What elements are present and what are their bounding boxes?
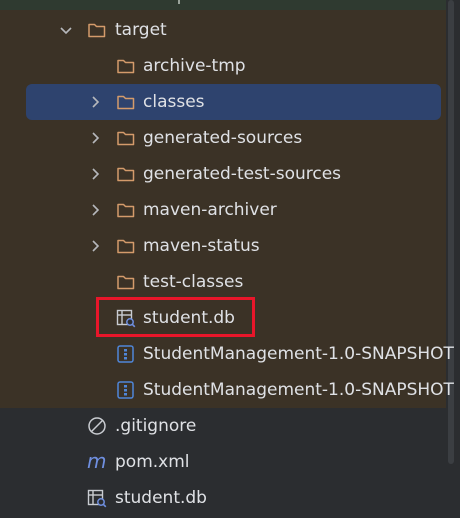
maven-pom-icon: m — [87, 452, 107, 472]
ignore-file-icon — [87, 416, 107, 436]
tree-item-label: maven-status — [143, 236, 260, 256]
folder-icon — [116, 92, 136, 112]
chevron-right-icon[interactable] — [88, 167, 102, 181]
svg-text:m: m — [87, 452, 106, 472]
tree-item-target[interactable]: target — [0, 12, 446, 48]
tree-item-pom-xml[interactable]: m pom.xml — [0, 444, 446, 480]
top-strip — [0, 0, 460, 10]
tree-item-test-classes[interactable]: test-classes — [0, 264, 446, 300]
chevron-right-icon[interactable] — [88, 95, 102, 109]
tree-item-label: StudentManagement-1.0-SNAPSHOT — [143, 344, 454, 364]
tree-item-label: test-classes — [143, 272, 244, 292]
tree-item-maven-status[interactable]: maven-status — [0, 228, 446, 264]
tree-item-label: maven-archiver — [143, 200, 277, 220]
tree-item-label: StudentManagement-1.0-SNAPSHOT — [143, 380, 454, 400]
folder-icon — [116, 164, 136, 184]
folder-icon — [116, 272, 136, 292]
tree-guide-line — [178, 0, 190, 4]
tree-item-label: archive-tmp — [143, 56, 246, 76]
tree-item-snapshot-jar[interactable]: StudentManagement-1.0-SNAPSHOT — [0, 336, 454, 372]
folder-icon — [116, 236, 136, 256]
tree-item-label: target — [115, 20, 167, 40]
tree-item-label: generated-test-sources — [143, 164, 342, 184]
folder-icon — [116, 56, 136, 76]
tree-item-label: .gitignore — [115, 416, 197, 436]
annotation-highlight-box — [96, 297, 255, 337]
jar-archive-icon — [116, 344, 136, 364]
folder-icon — [87, 20, 107, 40]
chevron-right-icon[interactable] — [88, 131, 102, 145]
tree-item-generated-sources[interactable]: generated-sources — [0, 120, 446, 156]
tree-item-gitignore[interactable]: .gitignore — [0, 408, 446, 444]
chevron-right-icon[interactable] — [88, 239, 102, 253]
tree-item-archive-tmp[interactable]: archive-tmp — [0, 48, 446, 84]
project-tree: target archive-tmp classes generated-sou… — [0, 0, 460, 518]
tree-item-generated-test-sources[interactable]: generated-test-sources — [0, 156, 446, 192]
folder-icon — [116, 200, 136, 220]
tree-item-snapshot-jar[interactable]: StudentManagement-1.0-SNAPSHOT — [0, 372, 454, 408]
tree-item-maven-archiver[interactable]: maven-archiver — [0, 192, 446, 228]
tree-item-label: student.db — [115, 488, 207, 508]
folder-icon — [116, 128, 136, 148]
jar-archive-icon — [116, 380, 136, 400]
tree-item-classes[interactable]: classes — [0, 84, 446, 120]
chevron-down-icon[interactable] — [59, 23, 73, 37]
tree-item-student-db-root[interactable]: student.db — [0, 480, 446, 516]
database-icon — [87, 488, 107, 508]
tree-item-label: generated-sources — [143, 128, 303, 148]
chevron-right-icon[interactable] — [88, 203, 102, 217]
tree-item-label: classes — [143, 92, 205, 112]
tree-item-label: pom.xml — [115, 452, 190, 472]
